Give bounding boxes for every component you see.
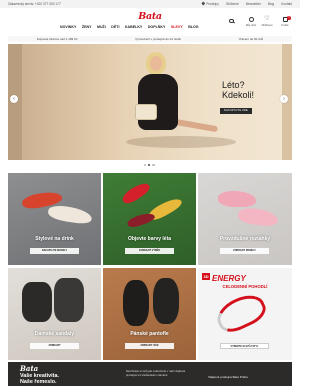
carousel-dot[interactable] xyxy=(152,164,155,167)
customer-service-phone[interactable]: Zákaznický servis: +420 377 000 177 xyxy=(8,2,61,6)
nav-item-kabelky[interactable]: KABELKY xyxy=(125,25,142,29)
cart-button[interactable]: 0 Košík xyxy=(278,16,292,27)
tile-cta-button[interactable]: ZOBRAZIT MODELY xyxy=(220,248,269,254)
chevron-left-icon: ‹ xyxy=(13,96,15,102)
utility-link-blog[interactable]: Blog xyxy=(268,2,274,6)
carousel-dots xyxy=(144,164,155,167)
cart-label: Košík xyxy=(281,23,289,27)
promo-item: Vyzvednutí v prodejně do 24 hodin xyxy=(135,37,182,41)
hero-handbag xyxy=(135,104,157,120)
tile-cta-button[interactable]: NAKUPUJTE MODELY xyxy=(30,248,79,254)
hero-shadow xyxy=(126,136,236,148)
promo-item: Vrácení do 60 dnů xyxy=(238,37,264,41)
banner-description: Navrhněte si svůj pár exkluzivně v naší … xyxy=(126,369,186,377)
tile-label: Dámské sandály xyxy=(34,331,75,337)
tile-cta-button[interactable]: VYBERTE SI SVŮJ STYL xyxy=(220,343,269,349)
tile-label: Pánské pantofle xyxy=(130,331,169,337)
user-icon xyxy=(248,17,254,22)
tile-cta-button[interactable]: ZOBRAZIT VÍCE xyxy=(125,343,174,349)
banner-headline: Vaše kreativita. Naše řemeslo. xyxy=(20,373,59,385)
tile-drink-shoes[interactable]: Stylové na drink NAKUPUJTE MODELY xyxy=(8,173,101,265)
nav-item-deti[interactable]: DĚTI xyxy=(111,25,119,29)
utility-link-stores[interactable]: Prodejny xyxy=(201,1,219,7)
tile-breathable-shoes[interactable]: Provzdušné roztáhky ZOBRAZIT MODELY xyxy=(198,173,292,265)
wishlist-label: Oblíbené xyxy=(261,23,273,27)
carousel-next-button[interactable]: › xyxy=(280,95,288,103)
tile-label: Provzdušné roztáhky xyxy=(219,236,271,242)
carousel-dot[interactable] xyxy=(144,164,147,167)
cart-count-badge: 0 xyxy=(287,16,291,20)
utility-link-favorites[interactable]: Oblíbené xyxy=(226,2,239,6)
utility-link-contact[interactable]: Kontakt xyxy=(281,2,292,6)
tile-cta-button[interactable]: ZOBRAZIT xyxy=(30,343,79,349)
carousel-dot-active[interactable] xyxy=(148,164,151,167)
tile-label: Stylové na drink xyxy=(35,236,74,242)
utility-links: Prodejny Oblíbené Newsletter Blog Kontak… xyxy=(201,1,292,7)
energy-title: ENERGY xyxy=(212,274,246,283)
tile-womens-sandals[interactable]: Dámské sandály ZOBRAZIT xyxy=(8,268,101,360)
banner-logo: Bata xyxy=(20,364,39,373)
tile-summer-colors[interactable]: Objevte barvy léta ZOBRAZIT VÝBĚR xyxy=(103,173,196,265)
nav-item-muzi[interactable]: MUŽI xyxy=(97,25,106,29)
tile-mens-slippers[interactable]: Pánské pantofle ZOBRAZIT VÍCE xyxy=(103,268,196,360)
nav-item-blog[interactable]: BLOG xyxy=(188,25,198,29)
bottom-banner[interactable]: Bata Vaše kreativita. Naše řemeslo. Navr… xyxy=(8,362,292,386)
search-button[interactable] xyxy=(228,18,236,26)
tile-3d-energy[interactable]: 3D ENERGY CELODENNÍ POHODLÍ VYBERTE SI S… xyxy=(198,268,292,360)
hero-model-dress xyxy=(138,74,178,130)
main-nav: NOVINKY ŽENY MUŽI DĚTI KABELKY DOPLŇKY S… xyxy=(60,25,199,29)
energy-sole-graphic xyxy=(212,288,270,338)
account-button[interactable]: Můj účet xyxy=(244,17,258,27)
carousel-prev-button[interactable]: ‹ xyxy=(10,95,18,103)
location-pin-icon xyxy=(201,1,206,7)
energy-3d-badge: 3D xyxy=(202,273,211,280)
site-header: Bata NOVINKY ŽENY MUŽI DĚTI KABELKY DOPL… xyxy=(0,8,300,34)
nav-item-slevy[interactable]: SLEVY xyxy=(171,25,183,29)
utility-bar: Zákaznický servis: +420 377 000 177 Prod… xyxy=(0,0,300,8)
chevron-right-icon: › xyxy=(283,96,285,102)
utility-link-newsletter[interactable]: Newsletter xyxy=(246,2,261,6)
promo-item: Doprava zdarma nad 1 499 Kč xyxy=(36,37,78,41)
banner-store-text: Vlajková prodejna Bata Praha xyxy=(208,375,248,379)
heart-icon: ♡ xyxy=(264,16,270,22)
account-label: Můj účet xyxy=(245,23,257,27)
hero-shop-button[interactable]: NAKUPUJTE ZDE xyxy=(220,108,252,114)
hero-banner[interactable] xyxy=(8,44,292,160)
nav-item-doplnky[interactable]: DOPLŇKY xyxy=(148,25,166,29)
nav-item-zeny[interactable]: ŽENY xyxy=(82,25,92,29)
wishlist-button[interactable]: ♡ Oblíbené xyxy=(260,16,274,27)
hero-model-face xyxy=(150,56,162,71)
nav-item-novinky[interactable]: NOVINKY xyxy=(60,25,76,29)
tile-cta-button[interactable]: ZOBRAZIT VÝBĚR xyxy=(125,248,174,254)
energy-subtitle: CELODENNÍ POHODLÍ xyxy=(222,284,268,289)
promo-strip: Doprava zdarma nad 1 499 Kč Vyzvednutí v… xyxy=(8,36,292,42)
tile-label: Objevte barvy léta xyxy=(127,236,172,242)
